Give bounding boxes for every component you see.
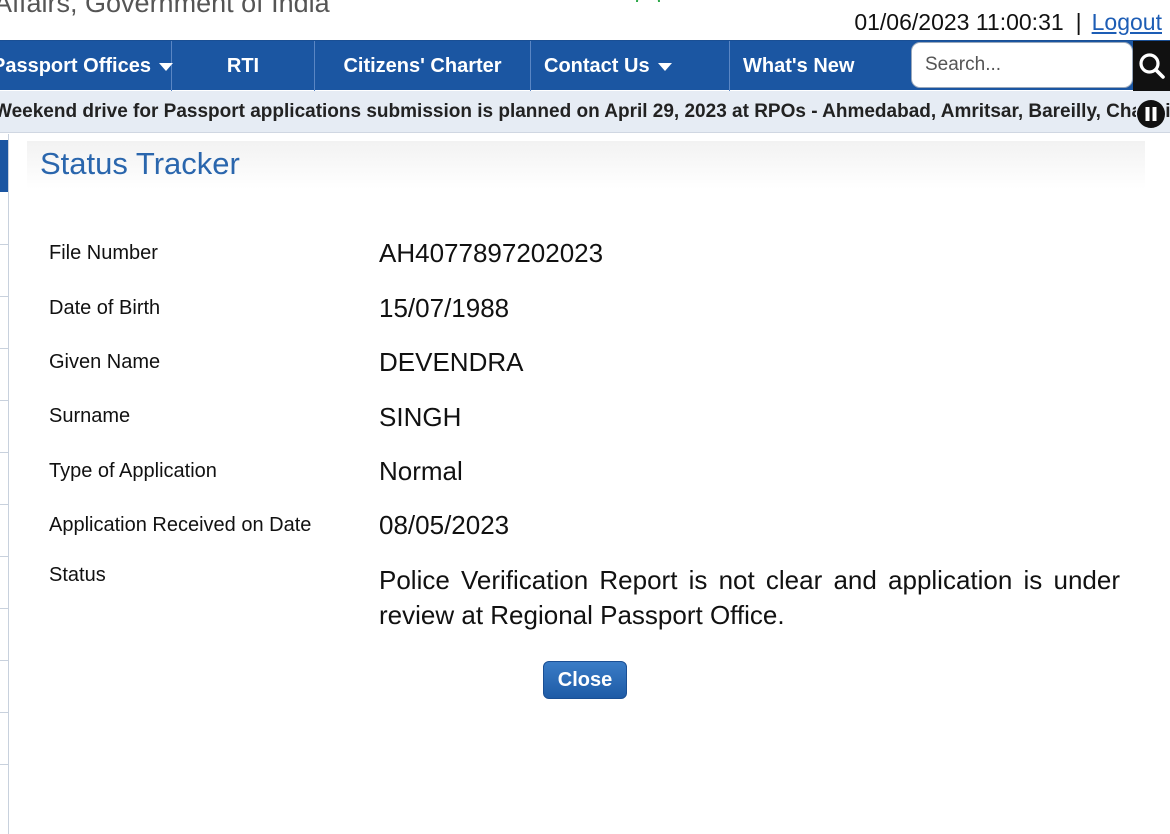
session-info: 01/06/2023 11:00:31 | Logout (854, 9, 1162, 36)
page-title: Status Tracker (40, 146, 240, 181)
divider (0, 400, 8, 401)
file-number-value: AH4077897202023 (379, 238, 604, 268)
surname-label: Surname (49, 405, 131, 427)
divider (0, 608, 8, 609)
user-status-strip (630, 0, 666, 2)
status-value: Police Verification Report is not clear … (379, 565, 1120, 630)
search-input[interactable] (911, 42, 1133, 88)
current-datetime: 01/06/2023 11:00:31 (854, 9, 1064, 35)
chevron-down-icon (657, 62, 672, 71)
divider (0, 296, 8, 297)
divider (0, 504, 8, 505)
nav-label: Contact Us (544, 55, 650, 77)
online-status-icon (636, 0, 660, 2)
received-date-value: 08/05/2023 (379, 510, 510, 540)
application-type-value: Normal (379, 456, 463, 486)
search-icon (1139, 53, 1165, 79)
status-label: Status (49, 564, 106, 586)
divider (0, 244, 8, 245)
nav-whats-new[interactable]: What's New (730, 41, 908, 91)
received-date-label: Application Received on Date (49, 514, 312, 536)
date-of-birth-label: Date of Birth (49, 297, 161, 319)
divider (0, 764, 8, 765)
sidebar-edge (0, 134, 9, 834)
news-ticker: Weekend drive for Passport applications … (0, 91, 1170, 133)
divider (0, 556, 8, 557)
ticker-message: Weekend drive for Passport applications … (0, 101, 1170, 122)
main-navbar: Passport Offices RTI Citizens' Charter C… (0, 40, 1170, 91)
search-button[interactable] (1133, 41, 1170, 91)
given-name-label: Given Name (49, 351, 161, 373)
logout-link[interactable]: Logout (1092, 9, 1162, 35)
site-header: Affairs, Government of India 01/06/2023 … (0, 0, 1170, 40)
nav-label: Passport Offices (0, 55, 151, 77)
divider (0, 712, 8, 713)
file-number-label: File Number (49, 242, 158, 264)
application-type-label: Type of Application (49, 460, 217, 482)
date-of-birth-value: 15/07/1988 (379, 293, 510, 323)
nav-contact-us[interactable]: Contact Us (531, 41, 730, 91)
nav-citizens-charter[interactable]: Citizens' Charter (315, 41, 531, 91)
nav-passport-offices[interactable]: Passport Offices (0, 41, 173, 91)
close-button[interactable]: Close (543, 661, 627, 699)
nav-rti[interactable]: RTI (172, 41, 315, 91)
divider (0, 348, 8, 349)
given-name-value: DEVENDRA (379, 347, 524, 377)
chevron-down-icon (158, 62, 173, 71)
separator: | (1075, 9, 1082, 35)
ministry-name: Affairs, Government of India (0, 0, 330, 18)
sidebar-active-marker (0, 140, 8, 192)
surname-value: SINGH (379, 402, 462, 432)
divider (0, 660, 8, 661)
ticker-pause-button[interactable] (1136, 99, 1166, 129)
divider (0, 452, 8, 453)
pause-icon (1137, 100, 1165, 128)
panel-header: Status Tracker (27, 141, 1145, 189)
